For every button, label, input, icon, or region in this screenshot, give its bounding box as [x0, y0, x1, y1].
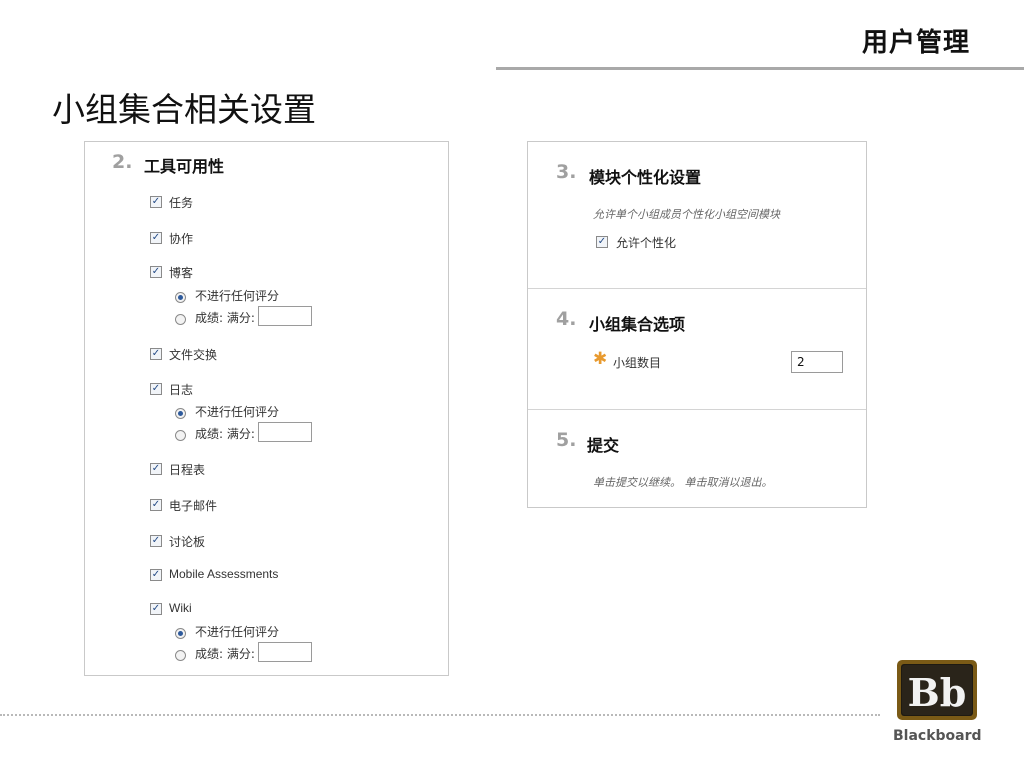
checkbox-email[interactable]: ✓ — [150, 499, 162, 511]
section-divider — [528, 409, 866, 410]
tool-label-discussion-board: 讨论板 — [169, 535, 206, 549]
tool-label-email: 电子邮件 — [169, 499, 218, 513]
radio-label-no-grade: 不进行任何评分 — [195, 625, 280, 639]
tool-label-wiki: Wiki — [169, 601, 192, 615]
tool-label-collaboration: 协作 — [169, 232, 194, 246]
number-of-groups-input[interactable]: 2 — [791, 351, 843, 373]
personalization-hint: 允许单个小组成员个性化小组空间模块 — [593, 208, 780, 221]
wiki-points-input[interactable] — [258, 642, 312, 662]
checkbox-mobile-assessments[interactable]: ✓ — [150, 569, 162, 581]
group-set-settings-panel: 3. 模块个性化设置 允许单个小组成员个性化小组空间模块 ✓ 允许个性化 4. … — [527, 141, 867, 508]
section-heading: 提交 — [587, 436, 620, 455]
section-heading: 工具可用性 — [144, 157, 225, 176]
radio-label-no-grade: 不进行任何评分 — [195, 405, 280, 419]
checkbox-tasks[interactable]: ✓ — [150, 196, 162, 208]
radio-label-grade: 成绩: 满分: — [195, 427, 255, 441]
checkbox-file-exchange[interactable]: ✓ — [150, 348, 162, 360]
footer-divider — [0, 714, 880, 716]
step-number: 5. — [556, 429, 577, 451]
number-of-groups-label: 小组数目 — [613, 356, 662, 370]
blogs-points-input[interactable] — [258, 306, 312, 326]
radio-blogs-no-grade[interactable] — [175, 292, 186, 303]
checkbox-discussion-board[interactable]: ✓ — [150, 535, 162, 547]
tool-label-calendar: 日程表 — [169, 463, 206, 477]
header-divider — [496, 67, 1024, 70]
section-divider — [528, 288, 866, 289]
radio-journals-no-grade[interactable] — [175, 408, 186, 419]
step-number: 4. — [556, 308, 577, 330]
section-heading: 小组集合选项 — [589, 315, 686, 334]
radio-journals-grade[interactable] — [175, 430, 186, 441]
tool-label-mobile-assessments: Mobile Assessments — [169, 567, 279, 581]
tool-availability-panel: 2. 工具可用性 ✓ 任务 ✓ 协作 ✓ 博客 不进行任何评分 成绩: 满分: … — [84, 141, 449, 676]
blackboard-wordmark: Blackboard — [893, 728, 982, 744]
radio-label-grade: 成绩: 满分: — [195, 647, 255, 661]
tool-label-file-exchange: 文件交换 — [169, 348, 218, 362]
checkbox-wiki[interactable]: ✓ — [150, 603, 162, 615]
journals-points-input[interactable] — [258, 422, 312, 442]
radio-label-no-grade: 不进行任何评分 — [195, 289, 280, 303]
radio-label-grade: 成绩: 满分: — [195, 311, 255, 325]
page-title: 小组集合相关设置 — [52, 90, 316, 129]
blackboard-logo-icon: Bb — [897, 660, 977, 720]
required-icon: ✱ — [593, 349, 608, 369]
logo-letters: Bb — [908, 670, 967, 715]
radio-wiki-grade[interactable] — [175, 650, 186, 661]
radio-blogs-grade[interactable] — [175, 314, 186, 325]
tool-label-tasks: 任务 — [169, 196, 194, 210]
checkbox-blogs[interactable]: ✓ — [150, 266, 162, 278]
checkbox-collaboration[interactable]: ✓ — [150, 232, 162, 244]
radio-wiki-no-grade[interactable] — [175, 628, 186, 639]
tool-label-blogs: 博客 — [169, 266, 194, 280]
step-number: 3. — [556, 161, 577, 183]
step-number: 2. — [112, 151, 133, 173]
checkbox-calendar[interactable]: ✓ — [150, 463, 162, 475]
allow-personalization-label: 允许个性化 — [616, 236, 677, 250]
tool-label-journals: 日志 — [169, 383, 194, 397]
section-title: 用户管理 — [862, 28, 971, 58]
submit-hint: 单击提交以继续。 单击取消以退出。 — [593, 476, 773, 489]
checkbox-journals[interactable]: ✓ — [150, 383, 162, 395]
checkbox-allow-personalization[interactable]: ✓ — [596, 236, 608, 248]
section-heading: 模块个性化设置 — [589, 168, 702, 187]
